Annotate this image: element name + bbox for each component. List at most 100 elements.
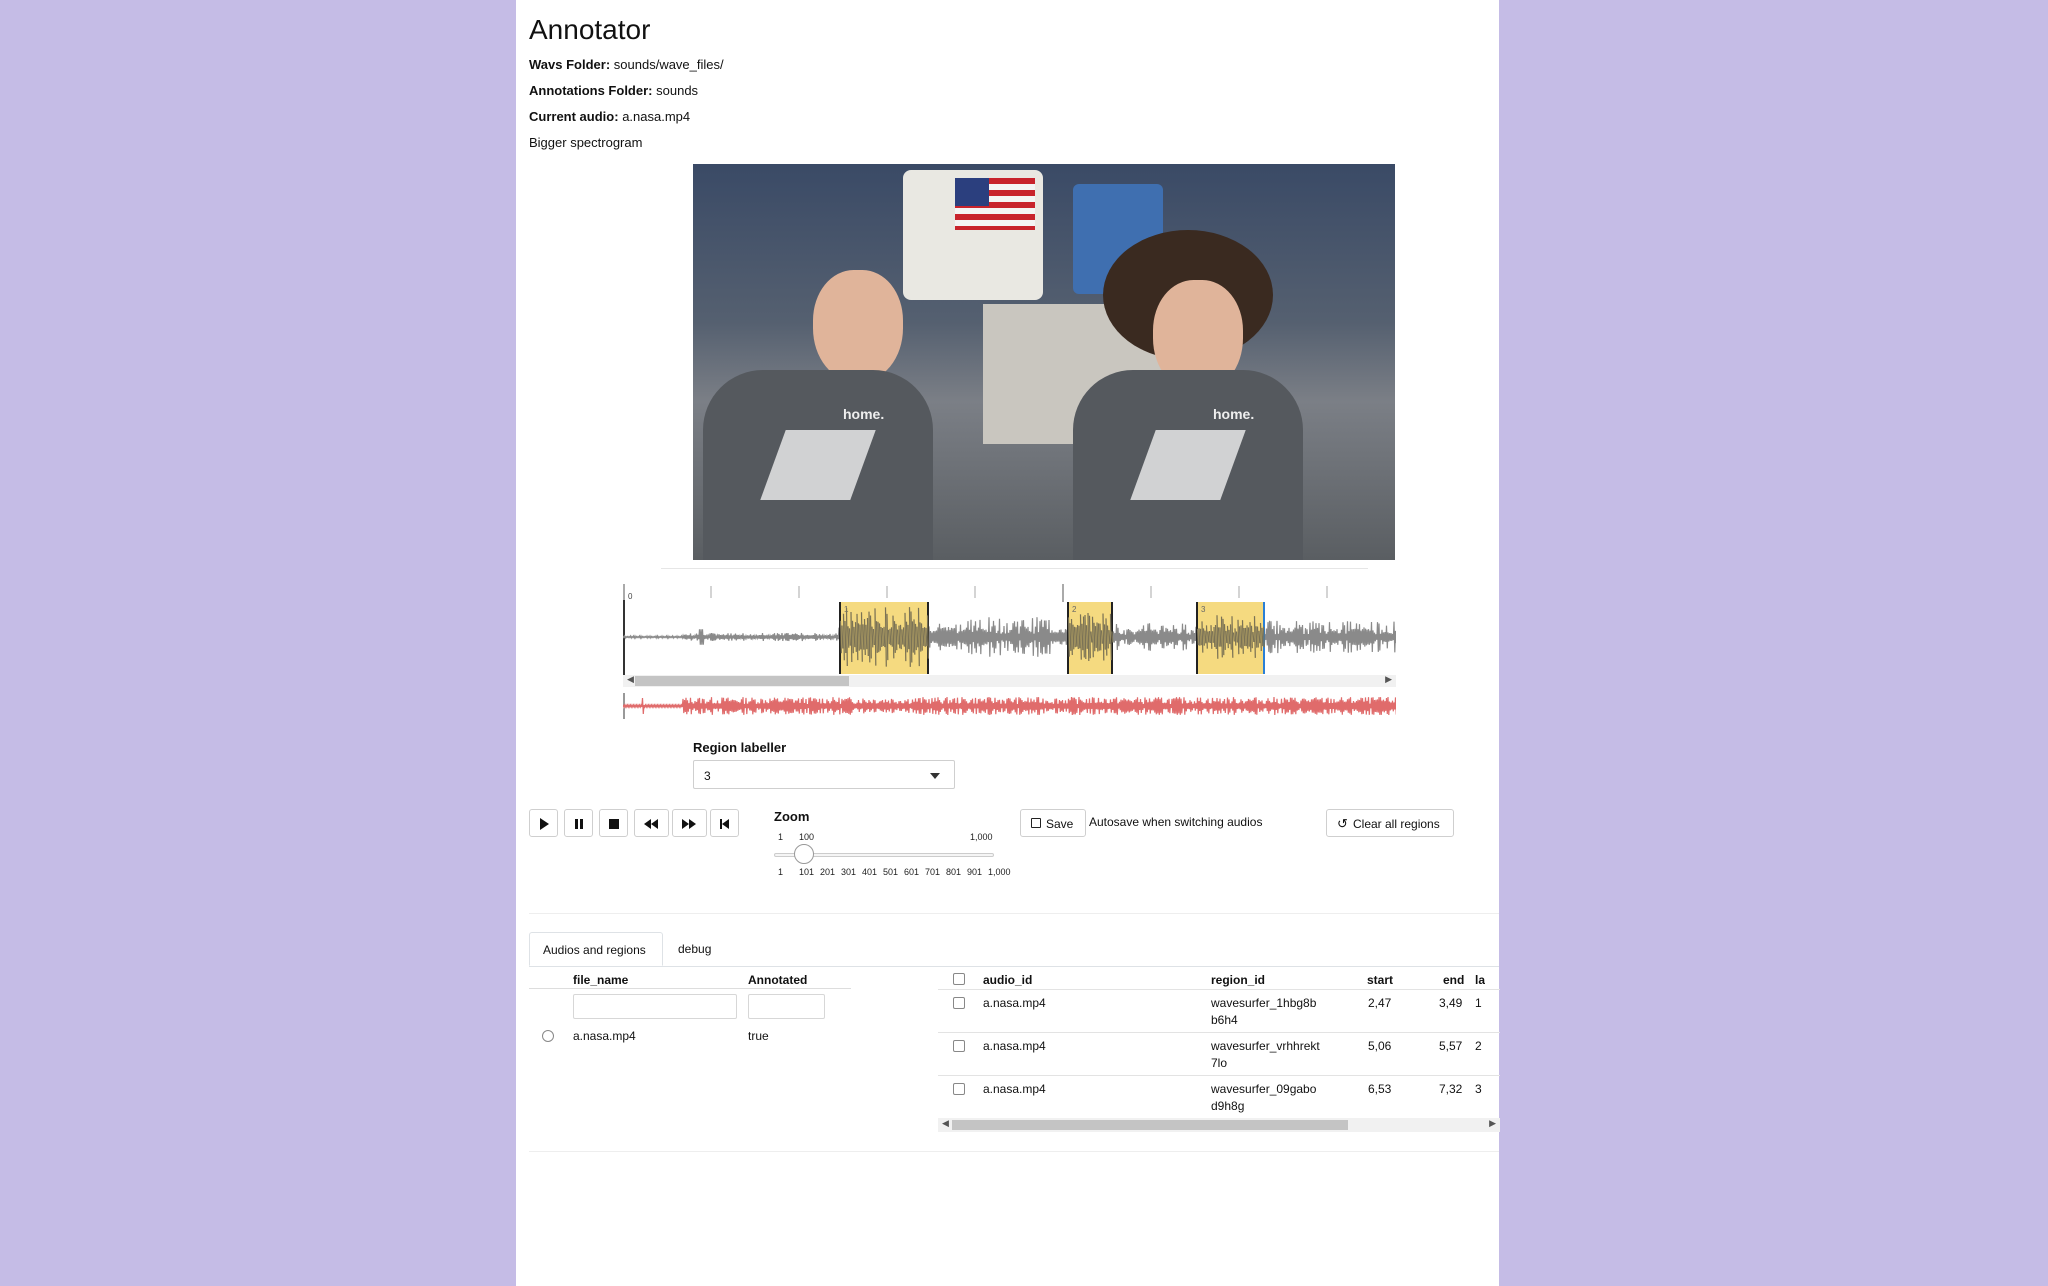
- region-start-cell: 5,06: [1368, 1039, 1392, 1053]
- region-audio-id-cell: a.nasa.mp4: [983, 1039, 1046, 1053]
- shirt-logo: [1130, 430, 1246, 500]
- regions-table-scrollbar-thumb[interactable]: [952, 1120, 1348, 1130]
- region-labeller-select[interactable]: 3: [693, 760, 955, 789]
- region-end-cell: 5,57: [1439, 1039, 1463, 1053]
- video-person-right-shirt: home.: [1073, 370, 1303, 560]
- row-checkbox[interactable]: [953, 1083, 965, 1095]
- video-person-right: home.: [1073, 230, 1303, 560]
- row-checkbox[interactable]: [953, 997, 965, 1009]
- wavs-folder-value: sounds/wave_files/: [613, 57, 724, 72]
- annotator-page: Annotator Wavs Folder: sounds/wave_files…: [516, 0, 1500, 1286]
- table-header-line: [529, 988, 851, 989]
- save-button[interactable]: Save: [1020, 809, 1086, 837]
- row-divider: [938, 1075, 1500, 1076]
- region-audio-id-cell: a.nasa.mp4: [983, 996, 1046, 1010]
- row-checkbox[interactable]: [953, 1040, 965, 1052]
- undo-icon: ↺: [1337, 816, 1348, 831]
- waveform-scrollbar-thumb[interactable]: [635, 676, 849, 686]
- region-label-cell: 1: [1475, 996, 1482, 1010]
- column-header-end[interactable]: end: [1443, 973, 1464, 987]
- pause-icon: [575, 819, 583, 829]
- shirt-logo: [760, 430, 876, 500]
- audio-annotated-cell: true: [748, 1029, 769, 1043]
- wavs-folder-label: Wavs Folder:: [529, 57, 611, 72]
- scroll-left-icon[interactable]: ◀: [942, 1118, 949, 1129]
- video-person-left: home.: [693, 260, 933, 560]
- regions-table-scrollbar[interactable]: ◀ ▶: [938, 1118, 1500, 1132]
- wavs-folder-info: Wavs Folder: sounds/wave_files/: [529, 57, 724, 72]
- current-audio-label: Current audio:: [529, 109, 619, 124]
- annotations-folder-value: sounds: [656, 83, 699, 98]
- divider: [529, 913, 1499, 914]
- region-end-cell: 3,49: [1439, 996, 1463, 1010]
- floppy-disk-icon: [1031, 818, 1041, 828]
- pause-button[interactable]: [564, 809, 593, 837]
- zoom-min: 1: [778, 832, 784, 842]
- region-start-cell: 2,47: [1368, 996, 1392, 1010]
- zoom-tick-label: 401: [862, 867, 878, 877]
- zoom-slider-handle[interactable]: [794, 844, 814, 864]
- zoom-label: Zoom: [774, 809, 810, 824]
- region-id-cell-cont: b6h4: [1211, 1013, 1238, 1027]
- select-all-checkbox[interactable]: [953, 973, 965, 985]
- tab-debug[interactable]: debug: [665, 932, 724, 966]
- annotations-folder-info: Annotations Folder: sounds: [529, 83, 698, 98]
- scroll-right-icon[interactable]: ▶: [1385, 674, 1392, 685]
- region-labeller-value: 3: [704, 769, 711, 783]
- column-header-annotated[interactable]: Annotated: [748, 973, 807, 987]
- tab-divider: [529, 966, 1499, 967]
- rewind-icon: [644, 819, 658, 829]
- zoom-tick-label: 701: [925, 867, 941, 877]
- waveform-signal: [623, 607, 1396, 667]
- video-player[interactable]: home. home.: [693, 164, 1395, 560]
- zoom-tick-label: 801: [946, 867, 962, 877]
- audio-file-name-cell[interactable]: a.nasa.mp4: [573, 1029, 636, 1043]
- column-header-label[interactable]: lal: [1475, 973, 1485, 987]
- clear-all-regions-button[interactable]: ↺ Clear all regions: [1326, 809, 1454, 837]
- divider: [529, 1151, 1499, 1152]
- column-header-start[interactable]: start: [1367, 973, 1393, 987]
- play-button[interactable]: [529, 809, 558, 837]
- row-select-radio[interactable]: [542, 1030, 554, 1042]
- file-name-filter-input[interactable]: [573, 994, 737, 1019]
- autosave-text: Autosave when switching audios: [1089, 815, 1263, 829]
- divider: [661, 568, 1368, 569]
- chevron-down-icon: [930, 773, 940, 779]
- column-header-region-id[interactable]: region_id: [1211, 973, 1265, 987]
- region-id-cell: wavesurfer_1hbg8b: [1211, 996, 1317, 1010]
- rewind-button[interactable]: [634, 809, 669, 837]
- zoom-value: 100: [799, 832, 815, 842]
- zoom-tick-label: 301: [841, 867, 857, 877]
- bigger-spectrogram-link[interactable]: Bigger spectrogram: [529, 135, 642, 150]
- annotated-filter-input[interactable]: [748, 994, 825, 1019]
- waveform-minimap[interactable]: [623, 693, 1396, 719]
- waveform-scrollbar[interactable]: ◀ ▶: [623, 674, 1396, 687]
- region-id-cell: wavesurfer_09gabo: [1211, 1082, 1317, 1096]
- region-3-label: 3: [1201, 605, 1206, 614]
- stop-button[interactable]: [599, 809, 628, 837]
- zoom-tick-label: 201: [820, 867, 836, 877]
- scroll-left-icon[interactable]: ◀: [627, 674, 634, 685]
- region-labeller-label: Region labeller: [693, 740, 787, 755]
- skip-back-button[interactable]: [710, 809, 739, 837]
- flag-image: [955, 178, 1035, 230]
- region-label-cell: 2: [1475, 1039, 1482, 1053]
- column-header-audio-id[interactable]: audio_id: [983, 973, 1032, 987]
- clear-all-regions-label: Clear all regions: [1353, 817, 1440, 831]
- scroll-right-icon[interactable]: ▶: [1489, 1118, 1496, 1129]
- minimap-signal: [623, 696, 1396, 716]
- region-id-cell-cont: d9h8g: [1211, 1099, 1245, 1113]
- row-divider: [938, 1032, 1500, 1033]
- save-button-label: Save: [1046, 817, 1074, 831]
- region-start-cell: 6,53: [1368, 1082, 1392, 1096]
- play-icon: [540, 818, 549, 830]
- column-header-file-name[interactable]: file_name: [573, 973, 628, 987]
- zoom-tick-label: 501: [883, 867, 899, 877]
- tab-audios-and-regions[interactable]: Audios and regions: [529, 932, 663, 966]
- region-audio-id-cell: a.nasa.mp4: [983, 1082, 1046, 1096]
- region-2-label: 2: [1072, 605, 1077, 614]
- annotations-folder-label: Annotations Folder:: [529, 83, 653, 98]
- page-title: Annotator: [529, 14, 651, 45]
- fast-forward-button[interactable]: [672, 809, 707, 837]
- waveform[interactable]: 1 2 3: [623, 600, 1396, 675]
